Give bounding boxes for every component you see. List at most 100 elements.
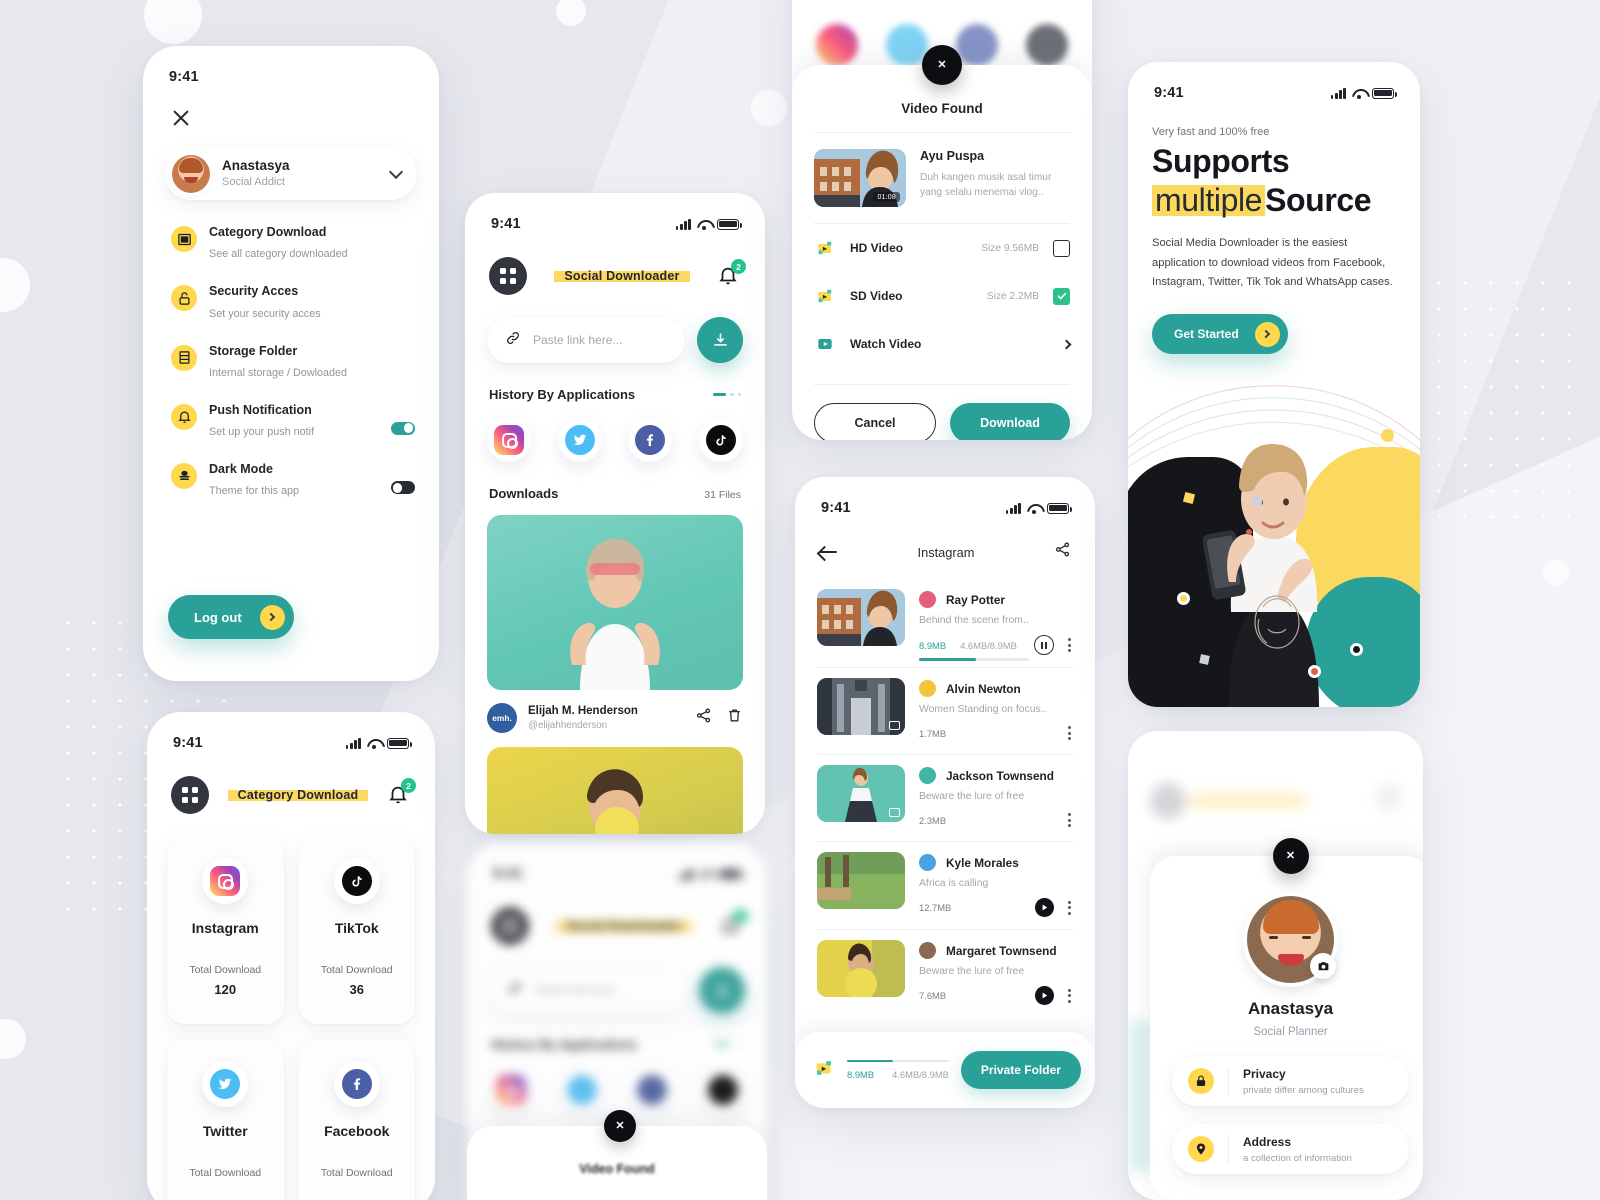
category-card-tiktok[interactable]: TikTok Total Download 36 [298,836,415,1024]
item-user: Margaret Townsend [946,943,1057,958]
status-bar: 9:41 [465,207,765,241]
list-item[interactable]: Jackson Townsend Beware the lure of free… [795,755,1095,829]
download-button[interactable]: Download [950,403,1070,440]
app-header: Category Download 2 [147,776,435,814]
item-size: 7.6MB [919,990,947,1002]
page-title: Instagram [917,544,975,560]
onboarding-heading-rest: Source [1265,181,1372,218]
pause-icon[interactable] [1034,635,1054,655]
sidebar-item-storage-folder[interactable]: Storage Folder Internal storage / Dowloa… [143,343,439,380]
profile-row-address[interactable]: Address a collection of information [1172,1124,1409,1174]
total-download-label: Total Download [320,1167,393,1179]
push-notification-toggle[interactable] [391,421,415,435]
share-icon[interactable] [1054,541,1071,563]
more-options-icon[interactable] [1066,987,1073,1005]
main-downloader-screen: 9:41 Social Downloader 2 Paste link here… [465,193,765,834]
carousel-indicator[interactable] [713,392,741,397]
list-item[interactable]: 01:15 Kyle Morales Africa is calling 12.… [795,842,1095,918]
profile-row-subtitle: a collection of information [1243,1152,1352,1164]
dark-mode-toggle[interactable] [391,481,415,495]
option-size: Size 9.56MB [981,242,1039,254]
total-download-label: Total Download [189,964,262,976]
share-icon[interactable] [695,707,712,729]
private-folder-button[interactable]: Private Folder [960,1051,1081,1089]
close-circle-icon[interactable]: ✕ [1272,838,1309,874]
sidebar-item-dark-mode[interactable]: Dark Mode Theme for this app [143,461,439,498]
status-icons [677,868,744,880]
carousel-indicator [715,1042,743,1047]
history-app-row [465,418,765,462]
tiktok-icon[interactable] [698,418,743,462]
battery-icon [387,737,412,749]
option-sd-video[interactable]: SD Video Size 2.2MB [792,272,1092,320]
grid-menu-icon[interactable] [489,257,527,295]
item-caption: Behind the scene from.. [919,615,1029,626]
close-circle-icon[interactable]: ✕ [922,45,962,85]
download-icon[interactable] [697,317,743,363]
close-circle-icon[interactable]: ✕ [604,1110,636,1142]
status-bar: 9:41 [143,60,439,94]
more-options-icon[interactable] [1066,811,1073,829]
instagram-list-screen: 9:41 Instagram Ray Potter Behind the sce… [795,477,1095,1108]
sidebar-item-security-access[interactable]: Security Acces Set your security acces [143,283,439,320]
list-item[interactable]: 01:08 Ray Potter Behind the scene from..… [795,579,1095,661]
profile-row-privacy[interactable]: Privacy private differ among cultures [1172,1056,1409,1106]
download-photo[interactable] [487,515,743,690]
history-app-row [467,1068,767,1112]
menu-item-subtitle: Set up your push notif [209,426,315,439]
download-photo[interactable] [487,747,743,834]
avatar: emh. [487,703,517,733]
avatar [172,155,210,193]
more-options-icon[interactable] [1066,724,1073,742]
back-arrow-icon[interactable] [819,545,838,559]
modal-title: Video Found [579,1162,655,1176]
checkbox-hd[interactable] [1053,239,1070,257]
option-hd-video[interactable]: HD Video Size 9.56MB [792,224,1092,272]
checkbox-sd[interactable] [1053,287,1070,305]
chevron-down-icon[interactable] [388,164,404,180]
wifi-icon [1352,88,1366,99]
search-input[interactable]: Paste link here... [487,317,685,363]
status-icons [1005,502,1072,514]
more-options-icon[interactable] [1066,899,1073,917]
item-size: 1.7MB [919,727,947,739]
tiktok-icon [700,1068,745,1112]
list-item[interactable]: 01:08 Margaret Townsend Beware the lure … [795,930,1095,1006]
signal-icon [345,737,361,749]
facebook-icon[interactable] [628,418,673,462]
chevron-right-icon[interactable] [1061,339,1072,349]
close-icon[interactable] [171,108,191,128]
option-watch-video[interactable]: Watch Video [792,320,1092,368]
post-owner-row: emh. Elijah M. Henderson @elijahhenderso… [465,703,765,733]
instagram-icon[interactable] [487,418,531,462]
list-item[interactable]: Alvin Newton Women Standing on focus.. 1… [795,668,1095,742]
category-card-facebook[interactable]: Facebook Total Download [298,1039,415,1200]
play-icon[interactable] [1035,898,1054,918]
background-blob [556,0,586,26]
camera-icon[interactable] [1310,953,1336,979]
item-size: 8.9MB [919,639,947,651]
grid-menu-icon[interactable] [171,776,209,814]
menu-item-title: Category Download [209,225,327,239]
bell-icon[interactable]: 2 [717,259,746,289]
item-progress-text: 4.6MB/8.9MB [960,639,1017,651]
paste-link-row: Paste link here... [465,317,765,363]
logout-button[interactable]: Log out [168,595,294,639]
grid-menu-icon [491,907,529,945]
facebook-icon [630,1068,675,1112]
cancel-button[interactable]: Cancel [814,403,936,440]
trash-icon[interactable] [726,707,743,729]
category-card-instagram[interactable]: Instagram Total Download 120 [167,836,284,1024]
profile-selector[interactable]: Anastasya Social Addict [165,148,417,200]
sidebar-item-category-download[interactable]: Category Download See all category downl… [143,224,439,261]
bell-icon[interactable]: 2 [387,778,416,808]
more-options-icon[interactable] [1066,636,1073,654]
avatar [919,680,936,697]
background-blob [751,90,787,126]
avatar[interactable] [1247,896,1336,983]
play-icon[interactable] [1035,986,1054,1006]
twitter-icon[interactable] [557,418,602,462]
sidebar-item-push-notification[interactable]: Push Notification Set up your push notif [143,402,439,439]
category-card-twitter[interactable]: Twitter Total Download [167,1039,284,1200]
item-thumbnail: 01:15 [817,852,905,910]
